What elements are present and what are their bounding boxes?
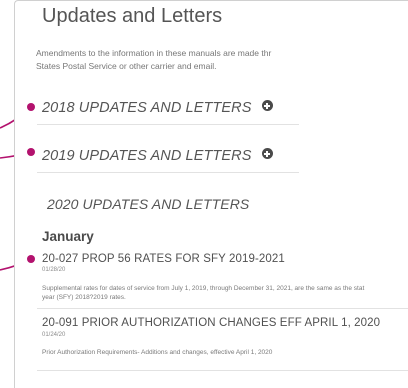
section-2019-label: 2019 UPDATES AND LETTERS	[42, 148, 252, 164]
intro-text: Amendments to the information in these m…	[36, 48, 272, 71]
section-2018-toggle[interactable]: 2018 UPDATES AND LETTERS	[42, 99, 273, 117]
divider	[37, 172, 299, 173]
month-heading: January	[42, 229, 94, 244]
callout-marker	[27, 148, 35, 156]
section-2019-toggle[interactable]: 2019 UPDATES AND LETTERS	[42, 147, 273, 165]
plus-circle-icon[interactable]	[261, 148, 273, 160]
update-link-title[interactable]: 20-091 PRIOR AUTHORIZATION CHANGES EFF A…	[42, 317, 380, 329]
section-2018-label: 2018 UPDATES AND LETTERS	[42, 100, 252, 116]
update-date: 01/24/20	[42, 332, 66, 338]
callout-marker	[27, 103, 35, 111]
callout-marker	[27, 255, 35, 263]
page-title: Updates and Letters	[42, 5, 223, 27]
content-panel: Updates and Letters Amendments to the in…	[14, 0, 408, 388]
update-description: Prior Authorization Requirements- Additi…	[42, 349, 273, 356]
divider	[37, 124, 299, 125]
divider	[37, 308, 408, 309]
divider	[37, 370, 408, 371]
section-2020-label: 2020 UPDATES AND LETTERS	[47, 196, 250, 212]
plus-circle-icon[interactable]	[261, 100, 273, 112]
update-description: Supplemental rates for dates of service …	[42, 285, 365, 301]
update-date: 01/28/20	[42, 267, 66, 273]
update-link-title[interactable]: 20-027 PROP 56 RATES FOR SFY 2019-2021	[42, 253, 285, 265]
